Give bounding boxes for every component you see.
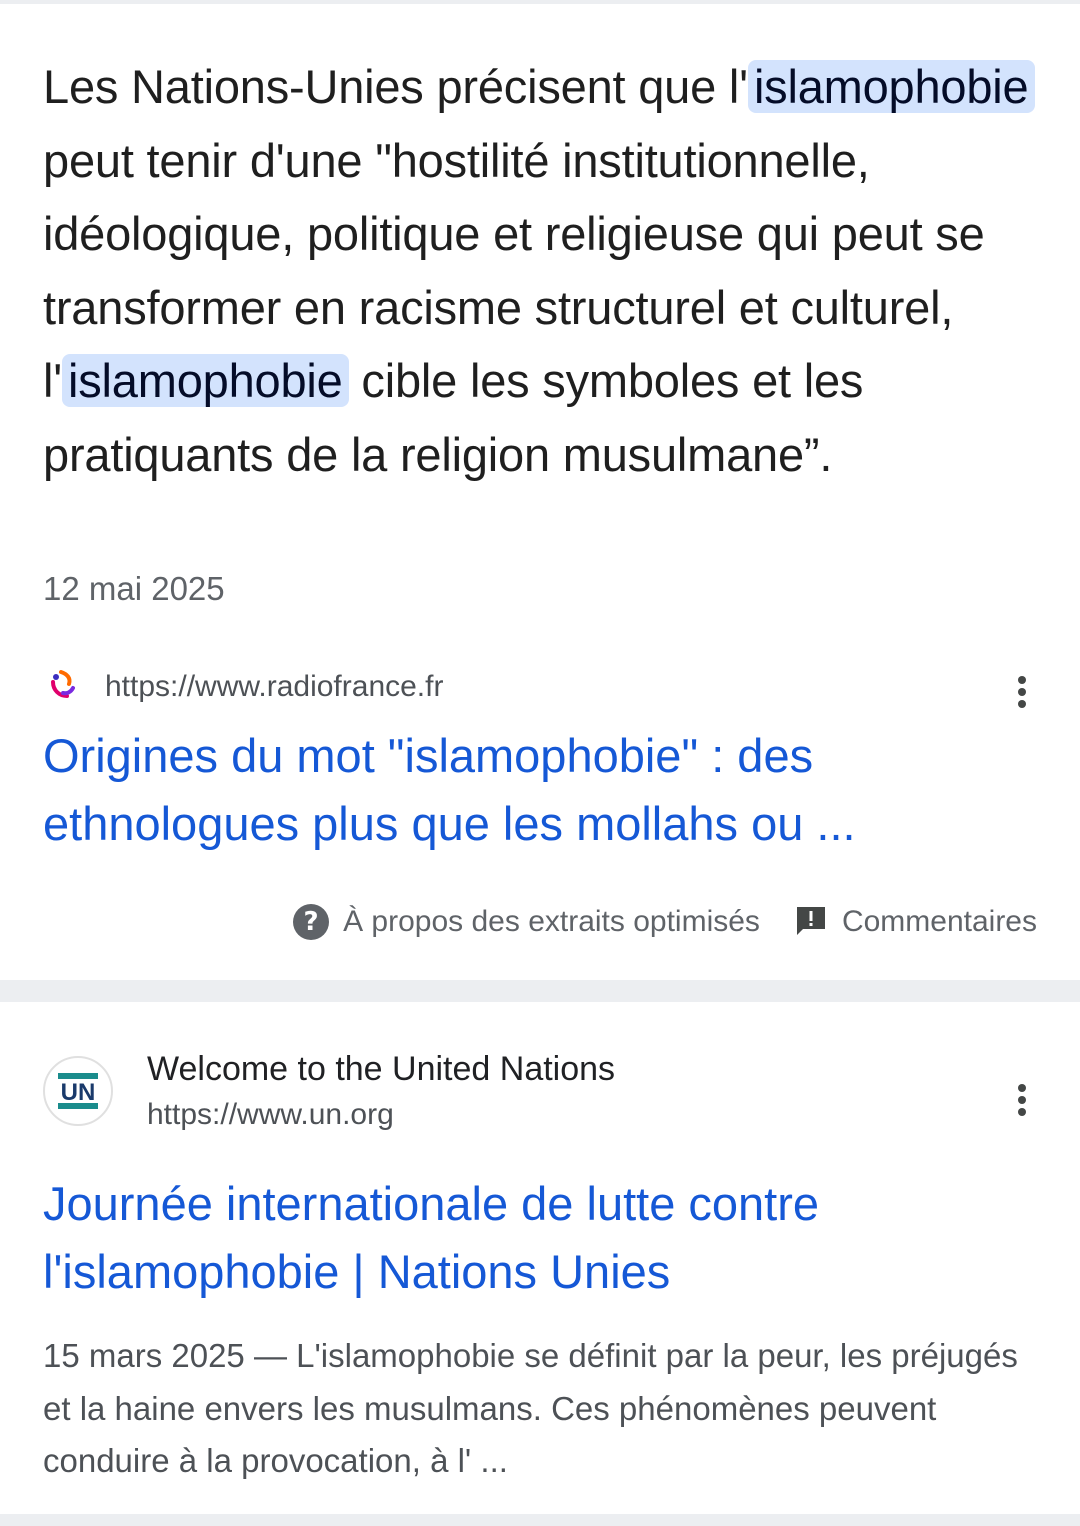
site-name[interactable]: Welcome to the United Nations xyxy=(147,1050,615,1089)
snippet-source-row[interactable]: https://www.radiofrance.fr xyxy=(43,664,1043,714)
about-snippets-label: À propos des extraits optimisés xyxy=(343,905,760,938)
more-vert-icon[interactable] xyxy=(1002,1072,1042,1128)
highlighted-term: islamophobie xyxy=(747,60,1035,113)
result-title-link[interactable]: Journée internationale de lutte contre l… xyxy=(43,1170,1023,1306)
more-vert-icon[interactable] xyxy=(1002,664,1042,720)
result-description: 15 mars 2025 — L'islamophobie se définit… xyxy=(43,1337,1018,1479)
highlighted-term: islamophobie xyxy=(62,354,349,407)
search-result-card: UN Welcome to the United Nations https:/… xyxy=(0,1002,1080,1514)
feedback-icon xyxy=(796,907,825,935)
snippet-source-url: https://www.radiofrance.fr xyxy=(105,670,444,703)
un-logo: UN xyxy=(43,1056,113,1126)
snippet-text-part: Les Nations-Unies précisent que l' xyxy=(43,60,748,113)
snippet-date: 12 mai 2025 xyxy=(43,570,225,607)
featured-snippet-text: Les Nations-Unies précisent que l' islamo… xyxy=(43,50,1043,491)
site-url[interactable]: https://www.un.org xyxy=(147,1098,394,1132)
feedback-label: Commentaires xyxy=(841,905,1037,938)
feedback-button[interactable]: Commentaires xyxy=(794,904,1037,940)
snippet-result-title-link[interactable]: Origines du mot "islamophobie" : des eth… xyxy=(43,722,1023,858)
about-snippets-button[interactable]: ? À propos des extraits optimisés xyxy=(293,904,760,940)
featured-snippet-card: Les Nations-Unies précisent que l' islamo… xyxy=(0,4,1080,980)
section-divider xyxy=(0,980,1080,1002)
help-circle-icon: ? xyxy=(293,904,330,940)
radiofrance-logo xyxy=(51,670,75,698)
snippet-footer: ? À propos des extraits optimisés Commen… xyxy=(293,899,1037,945)
bottom-divider xyxy=(0,1514,1080,1526)
un-logo-text: UN xyxy=(61,1079,96,1106)
